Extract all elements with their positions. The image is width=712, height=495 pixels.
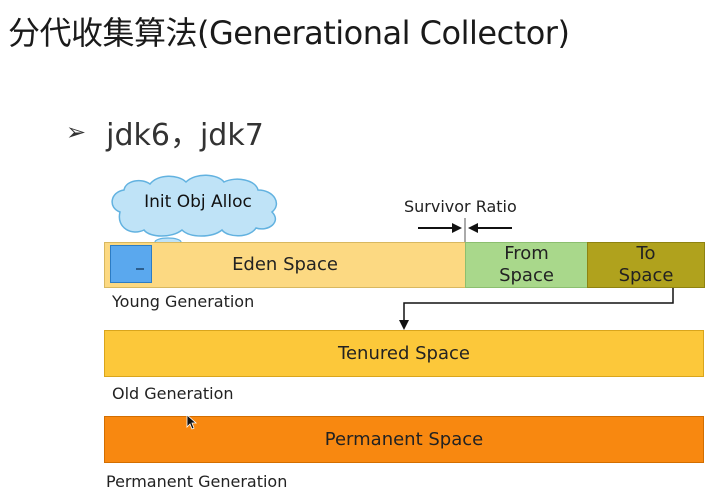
mouse-cursor-icon xyxy=(186,414,198,430)
tenured-space-label: Tenured Space xyxy=(338,342,470,364)
to-space-label-line2: Space xyxy=(618,265,674,286)
eden-space-box: Eden Space xyxy=(104,242,466,288)
allocated-object-icon xyxy=(110,245,152,283)
permanent-space-label: Permanent Space xyxy=(324,428,484,450)
promotion-arrow xyxy=(399,288,674,330)
permanent-generation-label: Permanent Generation xyxy=(106,472,288,491)
old-generation-label: Old Generation xyxy=(112,384,234,403)
tenured-space-box: Tenured Space xyxy=(104,330,704,377)
to-space-label-line1: To xyxy=(636,243,656,264)
survivor-ratio-label: Survivor Ratio xyxy=(404,197,517,216)
cloud-label: Init Obj Alloc xyxy=(144,192,252,212)
from-space-box: From Space xyxy=(465,242,588,288)
from-space-label-line1: From xyxy=(504,243,549,264)
survivor-ratio-arrows xyxy=(418,218,512,244)
from-space-label-line2: Space xyxy=(499,265,554,286)
young-generation-label: Young Generation xyxy=(112,292,255,311)
eden-space-label: Eden Space xyxy=(232,254,338,275)
to-space-box: To Space xyxy=(587,242,705,288)
